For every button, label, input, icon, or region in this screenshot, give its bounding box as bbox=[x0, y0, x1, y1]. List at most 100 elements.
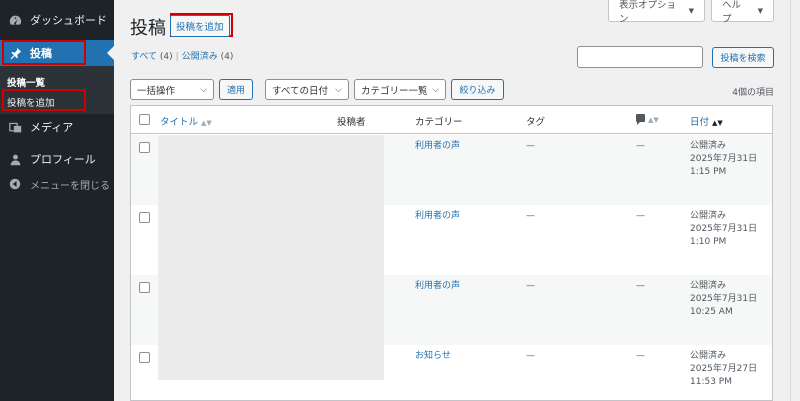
search-input[interactable] bbox=[577, 46, 703, 68]
column-title-header[interactable]: タイトル ▲▼ bbox=[160, 114, 212, 128]
table-row: 利用者の声 — — 公開済み 2025年7月31日 10:25 AM bbox=[131, 275, 772, 345]
filter-published-label: 公開済み bbox=[181, 52, 218, 62]
page-title: 投稿 bbox=[130, 18, 166, 39]
row-category[interactable]: お知らせ bbox=[415, 350, 451, 363]
row-tags: — bbox=[526, 281, 535, 291]
row-time: 10:25 AM bbox=[690, 307, 733, 317]
post-status-filter: すべて (4) | 公開済み (4) bbox=[131, 49, 233, 62]
row-checkbox[interactable] bbox=[139, 212, 150, 223]
table-row: お知らせ — — 公開済み 2025年7月27日 11:53 PM bbox=[131, 345, 772, 400]
title-placeholder bbox=[158, 275, 384, 345]
row-category[interactable]: 利用者の声 bbox=[415, 210, 460, 223]
caret-down-icon: ▼ bbox=[757, 6, 763, 15]
date-filter-value: すべての日付 bbox=[272, 85, 328, 97]
help-label: ヘルプ bbox=[722, 0, 742, 25]
row-comments: — bbox=[636, 211, 645, 221]
row-date: 公開済み 2025年7月31日 1:10 PM bbox=[690, 210, 757, 249]
row-date-value: 2025年7月31日 bbox=[690, 294, 758, 304]
select-all-checkbox[interactable] bbox=[139, 114, 150, 125]
filter-published-count: (4) bbox=[220, 52, 234, 62]
row-tags: — bbox=[526, 211, 535, 221]
page-scrollbar[interactable] bbox=[790, 0, 800, 401]
sidebar-item-posts[interactable]: 投稿 bbox=[0, 40, 114, 66]
bulk-action-select[interactable]: 一括操作 ⌵ bbox=[130, 79, 214, 100]
posts-submenu: 投稿一覧 投稿を追加 bbox=[0, 66, 114, 114]
date-filter-select[interactable]: すべての日付 ⌵ bbox=[265, 79, 349, 100]
chevron-down-icon: ⌵ bbox=[200, 84, 207, 95]
column-date-header[interactable]: 日付 ▲▼ bbox=[690, 114, 723, 128]
row-comments: — bbox=[636, 281, 645, 291]
row-date: 公開済み 2025年7月27日 11:53 PM bbox=[690, 350, 757, 389]
apply-button[interactable]: 適用 bbox=[219, 79, 253, 100]
filter-all-label: すべて bbox=[131, 52, 158, 62]
column-tags-header: タグ bbox=[526, 117, 546, 128]
media-icon bbox=[7, 119, 23, 135]
row-status: 公開済み bbox=[690, 281, 727, 291]
posts-table: タイトル ▲▼ 投稿者 カテゴリー タグ ▲▼ 日付 ▲▼ 利用者の声 — — 公開… bbox=[130, 105, 773, 401]
row-category[interactable]: 利用者の声 bbox=[415, 280, 460, 293]
title-placeholder bbox=[158, 135, 384, 205]
help-button[interactable]: ヘルプ ▼ bbox=[711, 0, 774, 25]
sort-icon: ▲▼ bbox=[201, 119, 212, 127]
screen-options-button[interactable]: 表示オプション ▼ bbox=[608, 0, 705, 25]
add-new-post-button[interactable]: 投稿を追加 bbox=[170, 15, 230, 37]
filter-all-count: (4) bbox=[159, 52, 173, 62]
column-comments-header[interactable]: ▲▼ bbox=[636, 114, 659, 125]
caret-down-icon: ▼ bbox=[688, 6, 694, 15]
row-tags: — bbox=[526, 351, 535, 361]
search-posts-button[interactable]: 投稿を検索 bbox=[712, 47, 774, 68]
row-time: 1:10 PM bbox=[690, 237, 727, 247]
column-category-header: カテゴリー bbox=[415, 117, 463, 128]
row-checkbox[interactable] bbox=[139, 352, 150, 363]
table-row: 利用者の声 — — 公開済み 2025年7月31日 1:15 PM bbox=[131, 135, 772, 205]
column-author-header: 投稿者 bbox=[337, 117, 366, 128]
bulk-action-value: 一括操作 bbox=[137, 85, 176, 97]
collapse-menu-button[interactable]: メニューを閉じる bbox=[0, 171, 114, 197]
chevron-down-icon: ⌵ bbox=[335, 84, 342, 95]
filter-published-link[interactable]: 公開済み (4) bbox=[182, 52, 234, 62]
row-category[interactable]: 利用者の声 bbox=[415, 140, 460, 153]
sidebar-item-label: メディア bbox=[30, 121, 74, 134]
category-filter-select[interactable]: カテゴリー一覧 ⌵ bbox=[354, 79, 446, 100]
item-count: 4個の項目 bbox=[732, 88, 774, 98]
row-date: 公開済み 2025年7月31日 1:15 PM bbox=[690, 140, 757, 179]
row-date-value: 2025年7月31日 bbox=[690, 224, 758, 234]
sidebar-item-label: ダッシュボード bbox=[30, 14, 107, 27]
title-placeholder bbox=[158, 345, 384, 380]
category-filter-value: カテゴリー一覧 bbox=[361, 85, 428, 97]
sidebar-item-label: 投稿 bbox=[30, 47, 52, 60]
row-date-value: 2025年7月31日 bbox=[690, 154, 758, 164]
column-date-label: 日付 bbox=[690, 117, 710, 128]
row-checkbox[interactable] bbox=[139, 142, 150, 153]
comment-icon bbox=[636, 114, 645, 125]
submenu-add-post[interactable]: 投稿を追加 bbox=[7, 95, 55, 109]
title-placeholder bbox=[158, 205, 384, 275]
collapse-arrow-icon bbox=[7, 176, 23, 192]
filter-all-link[interactable]: すべて (4) bbox=[131, 52, 173, 62]
row-date: 公開済み 2025年7月31日 10:25 AM bbox=[690, 280, 757, 319]
sidebar-item-profile[interactable]: プロフィール bbox=[0, 146, 114, 172]
filter-separator: | bbox=[175, 52, 179, 62]
pushpin-icon bbox=[7, 45, 23, 61]
chevron-down-icon: ⌵ bbox=[432, 84, 439, 95]
admin-sidebar: ダッシュボード 投稿 投稿一覧 投稿を追加 メディア プロフィール メニューを閉… bbox=[0, 0, 114, 401]
sort-icon: ▲▼ bbox=[648, 116, 659, 124]
row-status: 公開済み bbox=[690, 211, 727, 221]
row-date-value: 2025年7月27日 bbox=[690, 364, 758, 374]
table-row: 利用者の声 — — 公開済み 2025年7月31日 1:10 PM bbox=[131, 205, 772, 275]
sort-icon: ▲▼ bbox=[712, 119, 723, 127]
row-time: 1:15 PM bbox=[690, 167, 727, 177]
sidebar-item-label: プロフィール bbox=[30, 153, 96, 166]
sidebar-item-media[interactable]: メディア bbox=[0, 114, 114, 140]
table-header: タイトル ▲▼ 投稿者 カテゴリー タグ ▲▼ 日付 ▲▼ bbox=[131, 106, 772, 134]
filter-button[interactable]: 絞り込み bbox=[451, 79, 504, 100]
sidebar-item-dashboard[interactable]: ダッシュボード bbox=[0, 7, 114, 33]
row-comments: — bbox=[636, 351, 645, 361]
submenu-posts-list[interactable]: 投稿一覧 bbox=[7, 75, 45, 89]
column-title-label: タイトル bbox=[160, 117, 199, 128]
row-checkbox[interactable] bbox=[139, 282, 150, 293]
row-status: 公開済み bbox=[690, 141, 727, 151]
sidebar-item-label: メニューを閉じる bbox=[30, 180, 110, 192]
dashboard-icon bbox=[7, 12, 23, 28]
row-status: 公開済み bbox=[690, 351, 727, 361]
